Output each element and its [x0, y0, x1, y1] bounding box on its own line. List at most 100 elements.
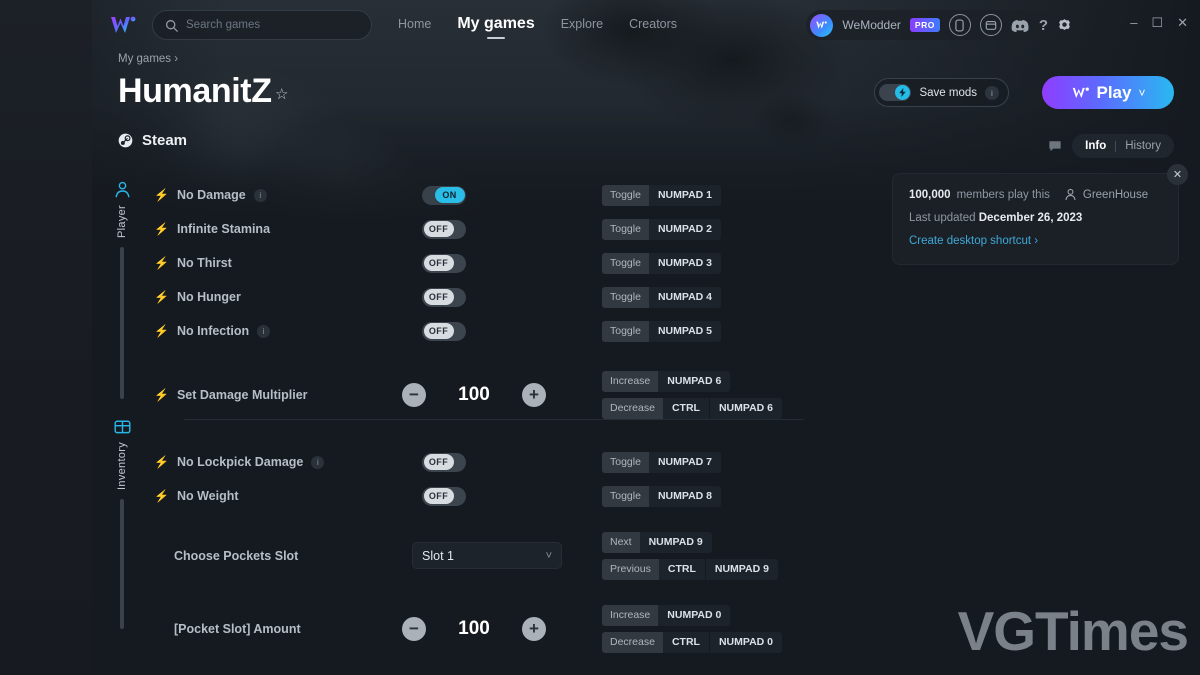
decrement-button[interactable]: − — [402, 616, 426, 641]
page-title: HumanitZ — [118, 72, 272, 110]
cheat-toggle[interactable]: OFF — [422, 452, 466, 472]
phone-icon[interactable] — [948, 14, 971, 36]
breadcrumb[interactable]: My games › — [118, 53, 178, 65]
increment-button[interactable]: + — [522, 382, 546, 407]
star-outline-icon[interactable]: ☆ — [275, 85, 288, 103]
hotkey-key: NUMPAD 5 — [648, 320, 722, 342]
hotkey-group: Toggle NUMPAD 3 — [602, 252, 722, 274]
cheat-info-icon[interactable]: i — [253, 188, 267, 202]
increment-button-glyph: + — [529, 618, 539, 638]
cheat-label-wrap: ⚡ Set Damage Multiplier — [154, 388, 402, 402]
nav-item-my-games[interactable]: My games — [457, 15, 534, 36]
decrement-button-glyph: − — [409, 384, 419, 404]
cheat-name: No Thirst — [176, 256, 232, 270]
cheat-info-icon[interactable]: i — [311, 455, 325, 469]
top-bar: Search games Home My games Explore Creat… — [92, 0, 1200, 50]
hotkey-key: NUMPAD 3 — [648, 252, 722, 274]
hotkey-binding[interactable]: Toggle NUMPAD 5 — [602, 320, 722, 342]
save-mods-toggle[interactable]: Save mods i — [874, 78, 1009, 107]
nav-item-creators[interactable]: Creators — [629, 17, 677, 34]
discord-icon[interactable] — [1011, 18, 1030, 33]
hotkey-key: CTRL — [662, 631, 709, 653]
cheat-toggle[interactable]: OFF — [422, 287, 466, 307]
cheat-toggle[interactable]: OFF — [422, 321, 466, 341]
cheat-toggle[interactable]: OFF — [422, 219, 466, 239]
wemod-logo-icon[interactable] — [108, 12, 138, 38]
hotkey-action: Toggle — [602, 286, 649, 308]
hotkey-action: Toggle — [602, 485, 649, 507]
cheat-toggle[interactable]: ON — [422, 185, 466, 205]
wemod-app: Search games Home My games Explore Creat… — [92, 0, 1200, 675]
hotkey-binding[interactable]: Toggle NUMPAD 1 — [602, 184, 722, 206]
cheat-name: No Damage — [176, 188, 246, 202]
pockets-slot-select[interactable]: Slot 1 ˅ — [412, 542, 562, 569]
cheat-label-wrap: Choose Pockets Slot — [154, 549, 402, 563]
cheat-row: Choose Pockets Slot Slot 1 ˅ Next NUMPAD 9 Pr… — [154, 527, 1194, 584]
cheat-label-wrap: ⚡ No Lockpick Damage i — [154, 455, 402, 469]
hotkey-binding[interactable]: Decrease CTRL NUMPAD 6 — [602, 397, 783, 419]
help-icon[interactable]: ? — [1039, 17, 1048, 34]
chevron-down-icon[interactable]: ˅ — [1138, 86, 1145, 100]
pro-badge: PRO — [909, 18, 940, 32]
nav-item-home[interactable]: Home — [398, 17, 431, 34]
toggle-state-label: OFF — [423, 488, 454, 504]
cheat-control: OFF — [402, 219, 602, 239]
avatar[interactable] — [810, 13, 834, 37]
hotkey-action: Toggle — [602, 184, 649, 206]
decrement-button[interactable]: − — [402, 382, 426, 407]
hotkey-binding[interactable]: Previous CTRL NUMPAD 9 — [602, 558, 778, 580]
cheat-label-wrap: ⚡ No Infection i — [154, 324, 402, 338]
info-history-tabs: Info History — [1048, 134, 1174, 158]
rail-group-player[interactable]: Player — [106, 178, 138, 399]
bolt-icon: ⚡ — [154, 222, 169, 236]
search-placeholder: Search games — [186, 19, 261, 31]
rail-group-inventory[interactable]: Inventory — [106, 415, 138, 629]
toggle-state-label: OFF — [423, 454, 454, 470]
hotkey-binding[interactable]: Toggle NUMPAD 8 — [602, 485, 722, 507]
cheat-toggle[interactable]: OFF — [422, 486, 466, 506]
cheat-row: ⚡ No Lockpick Damage i OFF Toggle NUMPAD 7 — [154, 445, 1194, 479]
select-value: Slot 1 — [422, 548, 454, 563]
hotkey-binding[interactable]: Toggle NUMPAD 7 — [602, 451, 722, 473]
minimize-button[interactable]: – — [1130, 16, 1137, 29]
steam-icon — [118, 133, 133, 148]
gear-icon[interactable] — [1057, 18, 1072, 33]
cheat-name: [Pocket Slot] Amount — [174, 621, 301, 636]
hotkey-binding[interactable]: Next NUMPAD 9 — [602, 531, 712, 553]
save-mods-info-icon[interactable]: i — [985, 85, 999, 100]
nav-item-explore[interactable]: Explore — [561, 17, 603, 34]
cheat-control: OFF — [402, 287, 602, 307]
cheat-control: OFF — [402, 253, 602, 273]
hotkey-binding[interactable]: Increase NUMPAD 6 — [602, 370, 731, 392]
inbox-icon[interactable] — [979, 14, 1002, 36]
cheat-toggle[interactable]: OFF — [422, 253, 466, 273]
play-button[interactable]: Play ˅ — [1042, 76, 1174, 109]
cheat-row: ⚡ Infinite Stamina OFF Toggle NUMPAD 2 — [154, 212, 1194, 246]
hotkey-binding[interactable]: Toggle NUMPAD 4 — [602, 286, 722, 308]
tab-history[interactable]: History — [1116, 140, 1170, 152]
increment-button[interactable]: + — [522, 616, 546, 641]
tab-info[interactable]: Info — [1076, 140, 1115, 152]
cheat-label-wrap: ⚡ No Damage i — [154, 188, 402, 202]
cheat-info-icon[interactable]: i — [257, 324, 271, 338]
hotkey-group: Toggle NUMPAD 7 — [602, 451, 722, 473]
hotkey-binding[interactable]: Increase NUMPAD 0 — [602, 604, 731, 626]
toggle-state-label: ON — [434, 187, 465, 203]
save-mods-switch[interactable] — [879, 84, 912, 101]
cheat-row: ⚡ No Infection i OFF Toggle NUMPAD 5 — [154, 314, 1194, 348]
chevron-down-icon[interactable]: ˅ — [546, 550, 552, 562]
bolt-icon: ⚡ — [154, 387, 169, 402]
toggle-state-label: OFF — [423, 289, 454, 305]
hotkey-binding[interactable]: Toggle NUMPAD 2 — [602, 218, 722, 240]
maximize-button[interactable]: ☐ — [1151, 16, 1163, 29]
hotkey-group: Toggle NUMPAD 2 — [602, 218, 722, 240]
rail-label-inventory: Inventory — [116, 441, 128, 490]
hotkey-binding[interactable]: Toggle NUMPAD 3 — [602, 252, 722, 274]
hotkey-binding[interactable]: Decrease CTRL NUMPAD 0 — [602, 631, 783, 653]
account-bar: WeModder PRO ? — [806, 10, 1082, 40]
close-button[interactable]: ✕ — [1177, 16, 1188, 29]
cheat-control: OFF — [402, 452, 602, 472]
cheat-label-wrap: ⚡ No Thirst — [154, 256, 402, 270]
cheat-control: OFF — [402, 321, 602, 341]
search-input[interactable]: Search games — [152, 10, 372, 40]
